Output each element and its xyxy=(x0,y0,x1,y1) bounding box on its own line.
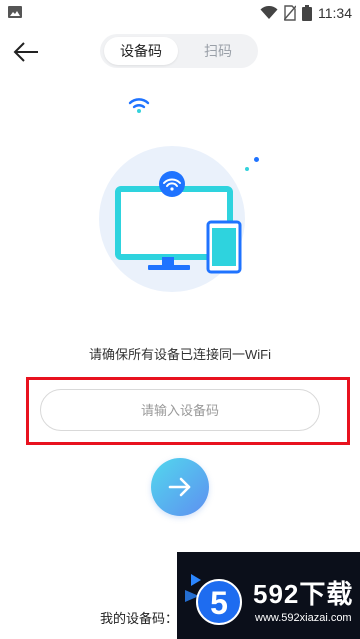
watermark: 5 592下载 www.592xiazai.com xyxy=(177,552,360,639)
wifi-icon xyxy=(260,6,278,19)
device-code-input[interactable] xyxy=(40,389,320,431)
status-time: 11:34 xyxy=(318,5,352,21)
watermark-logo: 5 xyxy=(185,574,242,625)
mode-tabs: 设备码 扫码 xyxy=(100,34,258,68)
gallery-icon xyxy=(8,6,22,18)
next-button[interactable] xyxy=(151,458,209,516)
status-bar: 11:34 xyxy=(0,0,360,26)
tab-device-code[interactable]: 设备码 xyxy=(104,37,178,65)
devices-illustration xyxy=(99,146,245,292)
battery-icon xyxy=(302,5,312,21)
svg-text:5: 5 xyxy=(210,585,228,621)
my-device-code-label: 我的设备码： xyxy=(100,611,179,626)
phone-icon xyxy=(206,220,242,274)
watermark-title: 592下载 xyxy=(253,579,354,609)
no-sim-icon xyxy=(284,5,296,21)
wifi-badge-icon xyxy=(159,171,185,197)
tab-scan[interactable]: 扫码 xyxy=(182,37,254,65)
watermark-url: www.592xiazai.com xyxy=(255,612,352,624)
wifi-icon xyxy=(128,98,150,113)
decor-dot xyxy=(254,157,259,162)
decor-dot xyxy=(245,167,249,171)
back-button[interactable] xyxy=(10,36,42,68)
arrow-right-icon xyxy=(168,477,191,497)
arrow-left-icon xyxy=(13,42,38,62)
status-icons: 11:34 xyxy=(260,4,352,22)
wifi-hint-text: 请确保所有设备已连接同一WiFi xyxy=(89,347,271,362)
